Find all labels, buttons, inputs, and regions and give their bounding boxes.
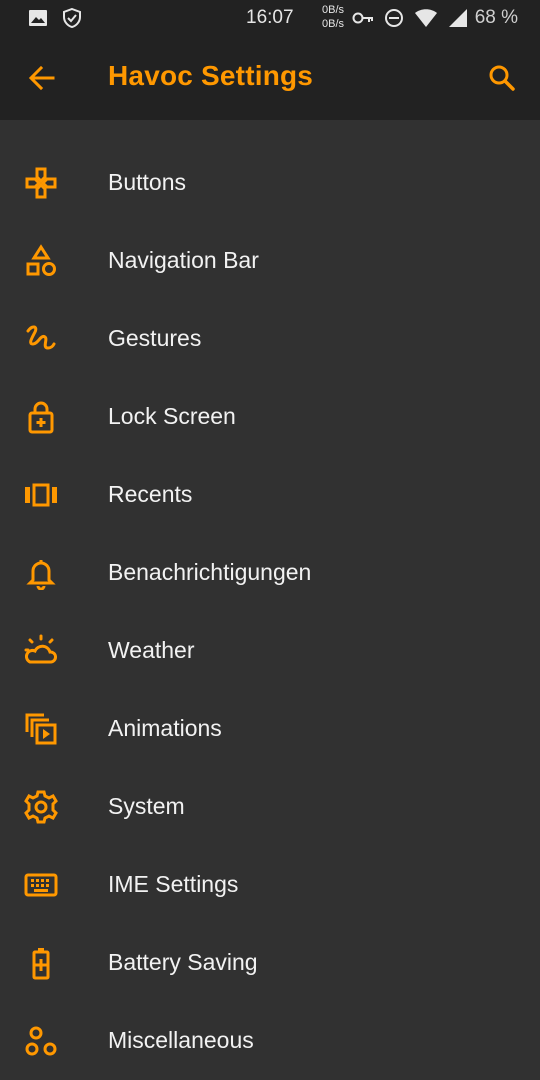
gamepad-icon — [24, 166, 58, 200]
network-speed: 0B/s 0B/s — [322, 3, 344, 31]
list-item-benachrichtigungen[interactable]: Benachrichtigungen — [0, 534, 540, 612]
net-down: 0B/s — [322, 18, 345, 30]
list-item-buttons[interactable]: Buttons — [0, 144, 540, 222]
list-item-lock-screen[interactable]: Lock Screen — [0, 378, 540, 456]
status-left-icons — [28, 8, 82, 28]
gesture-icon — [24, 322, 58, 356]
lock-plus-icon — [24, 400, 58, 434]
list-item-gestures[interactable]: Gestures — [0, 300, 540, 378]
circles-icon — [24, 1024, 58, 1058]
wifi-icon — [414, 8, 438, 28]
shield-icon — [62, 8, 82, 28]
clock: 16:07 — [246, 7, 294, 28]
list-item-miscellaneous[interactable]: Miscellaneous — [0, 1002, 540, 1080]
search-icon — [482, 58, 522, 98]
net-up: 0B/s — [322, 4, 345, 16]
do-not-disturb-icon — [384, 8, 404, 28]
list-item-system[interactable]: System — [0, 768, 540, 846]
animations-icon — [24, 712, 58, 746]
bell-icon — [24, 556, 58, 590]
list-item-weather[interactable]: Weather — [0, 612, 540, 690]
list-item-navigation-bar[interactable]: Navigation Bar — [0, 222, 540, 300]
list-item-label: Gestures — [108, 325, 202, 351]
list-item-label: Navigation Bar — [108, 247, 259, 273]
list-item-label: Battery Saving — [108, 949, 258, 975]
cell-signal-icon — [448, 8, 468, 28]
settings-list: Buttons Navigation Bar Gestures Lock Scr… — [0, 144, 540, 1080]
list-item-animations[interactable]: Animations — [0, 690, 540, 768]
app-bar: Havoc Settings — [0, 36, 540, 120]
shapes-icon — [24, 244, 58, 278]
image-notification-icon — [28, 8, 48, 28]
list-item-ime-settings[interactable]: IME Settings — [0, 846, 540, 924]
list-item-recents[interactable]: Recents — [0, 456, 540, 534]
battery-plus-icon — [24, 946, 58, 980]
list-item-label: Buttons — [108, 169, 186, 195]
list-item-label: Benachrichtigungen — [108, 559, 312, 585]
battery-percent: 68 % — [474, 7, 518, 28]
list-item-label: Recents — [108, 481, 193, 507]
recents-icon — [24, 478, 58, 512]
list-item-label: Animations — [108, 715, 222, 741]
arrow-back-icon — [22, 58, 62, 98]
list-item-label: Lock Screen — [108, 403, 236, 429]
list-item-label: IME Settings — [108, 871, 239, 897]
back-button[interactable] — [22, 58, 62, 98]
vpn-key-icon — [352, 10, 374, 26]
status-right-icons — [352, 8, 468, 28]
list-item-label: System — [108, 793, 185, 819]
search-button[interactable] — [482, 58, 522, 98]
list-item-battery-saving[interactable]: Battery Saving — [0, 924, 540, 1002]
list-item-label: Weather — [108, 637, 195, 663]
list-item-label: Miscellaneous — [108, 1027, 254, 1053]
page-title: Havoc Settings — [108, 60, 314, 91]
keyboard-icon — [24, 868, 58, 902]
weather-icon — [24, 634, 58, 668]
status-bar: 16:07 0B/s 0B/s 68 % — [0, 0, 540, 36]
gear-icon — [24, 790, 58, 824]
